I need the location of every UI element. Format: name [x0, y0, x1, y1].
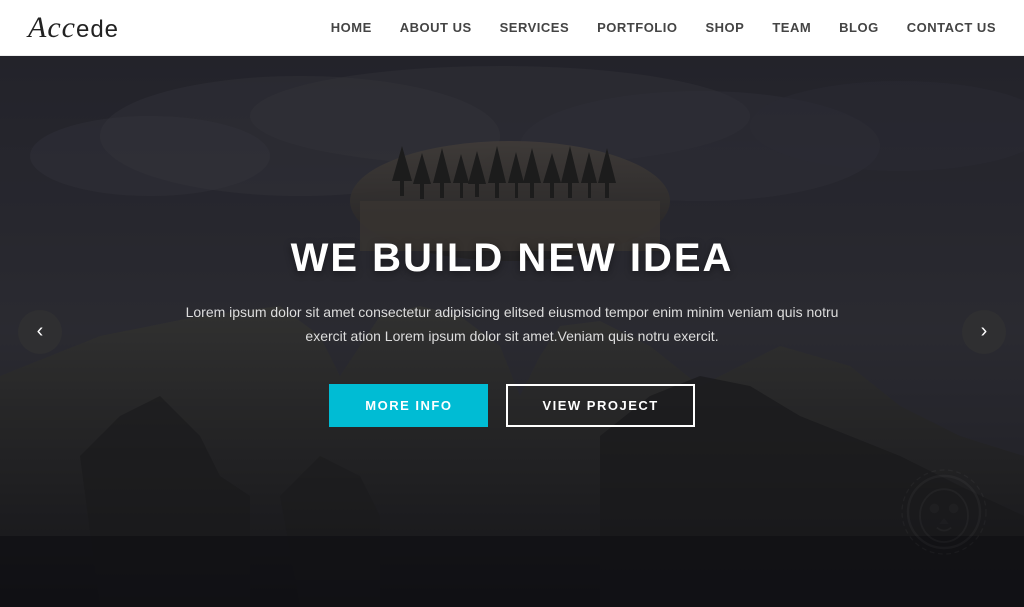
header: Accede HOME ABOUT US SERVICES PORTFOLIO …	[0, 0, 1024, 56]
main-nav: HOME ABOUT US SERVICES PORTFOLIO SHOP TE…	[331, 20, 996, 35]
logo-text: Acc	[28, 11, 76, 44]
nav-about[interactable]: ABOUT US	[400, 20, 472, 35]
more-info-button[interactable]: MORE INFO	[329, 384, 488, 427]
watermark-icon	[884, 458, 1004, 597]
hero-description: Lorem ipsum dolor sit amet consectetur a…	[180, 301, 844, 349]
nav-team[interactable]: TEAM	[772, 20, 811, 35]
nav-blog[interactable]: BLOG	[839, 20, 879, 35]
nav-shop[interactable]: SHOP	[705, 20, 744, 35]
hero-title: WE BUILD NEW IDEA	[180, 236, 844, 281]
nav-services[interactable]: SERVICES	[500, 20, 570, 35]
nav-portfolio[interactable]: PORTFOLIO	[597, 20, 677, 35]
carousel-prev-button[interactable]: ‹	[18, 310, 62, 354]
view-project-button[interactable]: VIEW PROJECT	[506, 384, 694, 427]
arrow-right-icon: ›	[981, 320, 988, 343]
hero-buttons: MORE INFO VIEW PROJECT	[180, 384, 844, 427]
nav-contact[interactable]: CONTACT US	[907, 20, 996, 35]
nav-home[interactable]: HOME	[331, 20, 372, 35]
hero-section: ‹ WE BUILD NEW IDEA Lorem ipsum dolor si…	[0, 56, 1024, 607]
carousel-next-button[interactable]: ›	[962, 310, 1006, 354]
logo-rest: ede	[76, 16, 119, 43]
hero-content: WE BUILD NEW IDEA Lorem ipsum dolor sit …	[0, 236, 1024, 428]
arrow-left-icon: ‹	[37, 320, 44, 343]
logo: Accede	[28, 11, 119, 45]
